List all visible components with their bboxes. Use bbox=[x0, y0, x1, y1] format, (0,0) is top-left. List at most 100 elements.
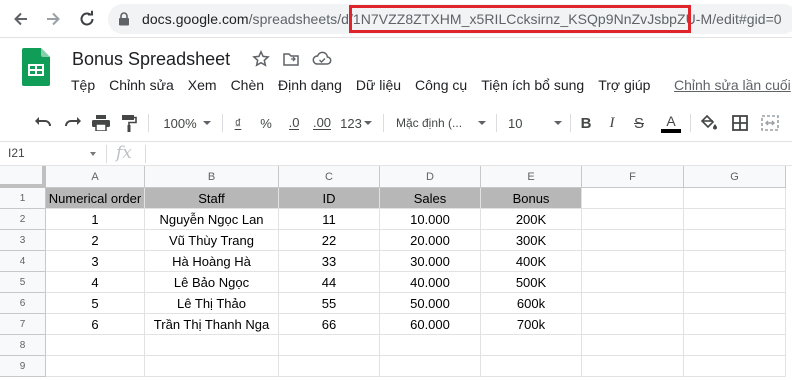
table-cell[interactable] bbox=[684, 335, 786, 356]
undo-button[interactable] bbox=[32, 112, 54, 134]
reload-button[interactable] bbox=[74, 6, 100, 32]
table-cell[interactable]: 44 bbox=[279, 272, 380, 293]
table-cell[interactable] bbox=[145, 356, 279, 377]
table-cell[interactable] bbox=[46, 335, 145, 356]
table-cell[interactable] bbox=[582, 188, 684, 209]
table-cell[interactable]: ID bbox=[279, 188, 380, 209]
menu-data[interactable]: Dữ liệu bbox=[349, 77, 408, 93]
table-cell[interactable]: Numerical order bbox=[46, 188, 145, 209]
table-cell[interactable]: 200K bbox=[481, 209, 582, 230]
menu-view[interactable]: Xem bbox=[181, 77, 224, 93]
table-cell[interactable] bbox=[380, 356, 481, 377]
table-cell[interactable] bbox=[481, 356, 582, 377]
table-cell[interactable]: Lê Thị Thảo bbox=[145, 293, 279, 314]
borders-button[interactable] bbox=[729, 112, 751, 134]
table-cell[interactable]: 500K bbox=[481, 272, 582, 293]
bold-button[interactable]: B bbox=[578, 112, 594, 134]
forward-button[interactable] bbox=[40, 6, 66, 32]
font-family-select[interactable]: Mặc định (... bbox=[396, 112, 486, 134]
table-cell[interactable] bbox=[582, 293, 684, 314]
paint-format-button[interactable] bbox=[118, 112, 140, 134]
table-cell[interactable]: 20.000 bbox=[380, 230, 481, 251]
document-title[interactable]: Bonus Spreadsheet bbox=[72, 49, 230, 70]
select-all-corner[interactable] bbox=[0, 166, 46, 188]
table-cell[interactable]: 3 bbox=[46, 251, 145, 272]
table-cell[interactable] bbox=[684, 209, 786, 230]
table-cell[interactable]: Bonus bbox=[481, 188, 582, 209]
sheet-grid[interactable]: A B C D E F G 1 Numerical order Staff ID Sales Bonus… bbox=[0, 166, 792, 380]
column-header[interactable]: D bbox=[380, 166, 481, 188]
table-cell[interactable]: Staff bbox=[145, 188, 279, 209]
table-cell[interactable]: 400K bbox=[481, 251, 582, 272]
table-cell[interactable] bbox=[279, 335, 380, 356]
row-header[interactable]: 3 bbox=[0, 230, 46, 251]
italic-button[interactable]: I bbox=[604, 112, 620, 134]
more-formats-button[interactable]: 123 bbox=[339, 112, 373, 134]
table-cell[interactable] bbox=[582, 209, 684, 230]
table-cell[interactable] bbox=[684, 272, 786, 293]
zoom-select[interactable]: 100% bbox=[160, 112, 214, 134]
text-color-button[interactable]: A bbox=[660, 112, 682, 134]
table-cell[interactable]: 33 bbox=[279, 251, 380, 272]
table-cell[interactable] bbox=[582, 335, 684, 356]
table-cell[interactable]: Nguyễn Ngọc Lan bbox=[145, 209, 279, 230]
table-cell[interactable]: 1 bbox=[46, 209, 145, 230]
row-header[interactable]: 4 bbox=[0, 251, 46, 272]
table-cell[interactable] bbox=[684, 251, 786, 272]
table-cell[interactable]: 5 bbox=[46, 293, 145, 314]
table-cell[interactable]: 55 bbox=[279, 293, 380, 314]
table-cell[interactable]: 10.000 bbox=[380, 209, 481, 230]
table-cell[interactable] bbox=[684, 356, 786, 377]
strikethrough-button[interactable]: S bbox=[631, 112, 647, 134]
currency-format-button[interactable]: ₫ bbox=[230, 112, 246, 134]
menu-tools[interactable]: Công cụ bbox=[408, 77, 474, 93]
table-cell[interactable] bbox=[684, 230, 786, 251]
row-header[interactable]: 2 bbox=[0, 209, 46, 230]
table-cell[interactable]: 60.000 bbox=[380, 314, 481, 335]
decrease-decimal-button[interactable]: .0 bbox=[284, 112, 304, 134]
table-cell[interactable]: Lê Bảo Ngọc bbox=[145, 272, 279, 293]
increase-decimal-button[interactable]: .00 bbox=[310, 112, 334, 134]
column-header[interactable]: F bbox=[582, 166, 684, 188]
column-header[interactable]: E bbox=[481, 166, 582, 188]
table-cell[interactable]: 22 bbox=[279, 230, 380, 251]
row-header[interactable]: 8 bbox=[0, 335, 46, 356]
table-cell[interactable] bbox=[279, 356, 380, 377]
percent-format-button[interactable]: % bbox=[258, 112, 274, 134]
table-cell[interactable]: 300K bbox=[481, 230, 582, 251]
table-cell[interactable] bbox=[684, 188, 786, 209]
cloud-status-icon[interactable] bbox=[312, 50, 332, 68]
row-header[interactable]: 5 bbox=[0, 272, 46, 293]
column-header[interactable]: A bbox=[46, 166, 145, 188]
row-header[interactable]: 6 bbox=[0, 293, 46, 314]
table-cell[interactable]: 30.000 bbox=[380, 251, 481, 272]
table-cell[interactable]: 4 bbox=[46, 272, 145, 293]
fill-color-button[interactable] bbox=[698, 112, 720, 134]
table-cell[interactable]: 600k bbox=[481, 293, 582, 314]
table-cell[interactable] bbox=[582, 356, 684, 377]
menu-format[interactable]: Định dạng bbox=[271, 77, 349, 93]
table-cell[interactable] bbox=[380, 335, 481, 356]
table-cell[interactable]: 700k bbox=[481, 314, 582, 335]
table-cell[interactable]: Vũ Thùy Trang bbox=[145, 230, 279, 251]
table-cell[interactable] bbox=[582, 230, 684, 251]
table-cell[interactable]: 11 bbox=[279, 209, 380, 230]
table-cell[interactable] bbox=[582, 314, 684, 335]
merge-cells-button[interactable] bbox=[758, 112, 786, 134]
sheets-logo-icon[interactable] bbox=[22, 48, 50, 91]
table-cell[interactable] bbox=[46, 356, 145, 377]
last-edit-link[interactable]: Chỉnh sửa lần cuối bbox=[674, 77, 791, 93]
menu-help[interactable]: Trợ giúp bbox=[591, 77, 657, 93]
table-cell[interactable] bbox=[684, 293, 786, 314]
menu-addons[interactable]: Tiện ích bổ sung bbox=[474, 77, 591, 93]
column-header[interactable]: B bbox=[145, 166, 279, 188]
menu-edit[interactable]: Chỉnh sửa bbox=[102, 77, 181, 93]
row-header[interactable]: 7 bbox=[0, 314, 46, 335]
table-cell[interactable]: 40.000 bbox=[380, 272, 481, 293]
row-header[interactable]: 9 bbox=[0, 356, 46, 377]
chevron-down-icon[interactable] bbox=[90, 152, 96, 156]
menu-insert[interactable]: Chèn bbox=[224, 77, 271, 93]
table-cell[interactable]: Trần Thị Thanh Nga bbox=[145, 314, 279, 335]
font-size-select[interactable]: 10 bbox=[508, 112, 562, 134]
table-cell[interactable]: Hà Hoàng Hà bbox=[145, 251, 279, 272]
